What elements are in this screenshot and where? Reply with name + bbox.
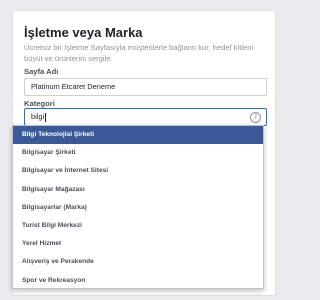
help-icon[interactable]: ?	[250, 112, 261, 123]
category-suggestions-dropdown: Bilgi Teknolojisi Şirketi Bilgisayar Şir…	[12, 125, 264, 289]
category-input[interactable]: bilgi ?	[24, 108, 267, 126]
page-name-label: Sayfa Adı	[24, 67, 59, 76]
dropdown-option[interactable]: Spor ve Rekreasyon	[13, 272, 263, 290]
dropdown-option[interactable]: Bilgisayar ve İnternet Sitesi	[13, 162, 263, 180]
dropdown-option[interactable]: Bilgisayar Mağazası	[13, 181, 263, 199]
page-name-input[interactable]: Platinum Etcaret Deneme	[24, 78, 267, 96]
dropdown-option[interactable]: Yerel Hizmet	[13, 235, 263, 253]
category-value: bilgi	[31, 112, 45, 121]
dropdown-option[interactable]: Turist Bilgi Merkezi	[13, 217, 263, 235]
card-description: Ücretsiz bir İşletme Sayfasıyla müşteril…	[24, 43, 254, 63]
card-title: İşletme veya Marka	[24, 25, 143, 40]
page-name-value: Platinum Etcaret Deneme	[31, 82, 116, 91]
dropdown-option[interactable]: Bilgisayarlar (Marka)	[13, 199, 263, 217]
dropdown-option[interactable]: Alışveriş ve Perakende	[13, 253, 263, 271]
dropdown-option[interactable]: Bilgisayar Şirketi	[13, 144, 263, 162]
category-label: Kategori	[24, 99, 55, 108]
text-caret	[45, 112, 47, 122]
dropdown-option[interactable]: Bilgi Teknolojisi Şirketi	[13, 126, 263, 145]
